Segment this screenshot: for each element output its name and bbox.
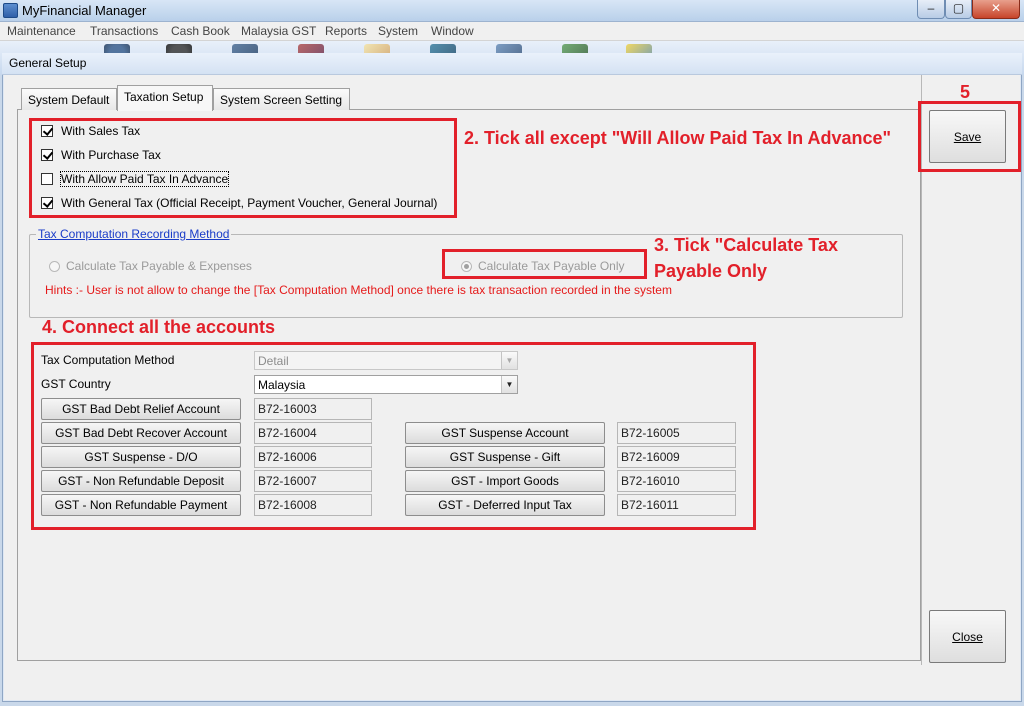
- menu-transactions[interactable]: Transactions: [90, 24, 158, 38]
- annotation-box-save: [918, 101, 1021, 172]
- computation-group-title: Tax Computation Recording Method: [36, 227, 232, 241]
- menu-bar: Maintenance Transactions Cash Book Malay…: [0, 22, 1024, 41]
- close-button[interactable]: Close: [929, 610, 1006, 663]
- annotation-box-tax-options: [29, 118, 457, 218]
- app-title: MyFinancial Manager: [22, 3, 147, 18]
- menu-malaysia-gst[interactable]: Malaysia GST: [241, 24, 316, 38]
- menu-maintenance[interactable]: Maintenance: [7, 24, 76, 38]
- annotation-step5: 5: [960, 82, 971, 102]
- tax-payable-expenses-option[interactable]: Calculate Tax Payable & Expenses: [49, 258, 252, 274]
- annotation-box-accounts: [31, 342, 756, 530]
- dialog-caption: [2, 53, 1022, 75]
- annotation-step3-line2: Payable Only: [654, 261, 768, 281]
- tab-taxation-setup[interactable]: Taxation Setup: [117, 85, 213, 111]
- annotation-step4: 4. Connect all the accounts: [42, 317, 276, 337]
- minimize-button[interactable]: –: [917, 0, 945, 19]
- tax-payable-expenses-label: Calculate Tax Payable & Expenses: [66, 259, 252, 273]
- tab-system-default[interactable]: System Default: [21, 88, 117, 110]
- tab-system-screen-setting[interactable]: System Screen Setting: [213, 88, 350, 110]
- menu-system[interactable]: System: [378, 24, 418, 38]
- menu-cash-book[interactable]: Cash Book: [171, 24, 230, 38]
- title-bar: [0, 0, 1024, 22]
- annotation-step2: 2. Tick all except "Will Allow Paid Tax …: [464, 128, 892, 148]
- menu-reports[interactable]: Reports: [325, 24, 367, 38]
- maximize-button[interactable]: ▢: [945, 0, 972, 19]
- hint-text: Hints :- User is not allow to change the…: [45, 283, 672, 297]
- window-close-button[interactable]: ✕: [972, 0, 1020, 19]
- annotation-box-computation: [442, 249, 647, 279]
- annotation-step3-line1: 3. Tick "Calculate Tax: [654, 235, 838, 255]
- tax-payable-expenses-radio[interactable]: [49, 260, 60, 272]
- dialog-title: General Setup: [9, 56, 87, 70]
- menu-window[interactable]: Window: [431, 24, 474, 38]
- app-icon: [3, 3, 18, 18]
